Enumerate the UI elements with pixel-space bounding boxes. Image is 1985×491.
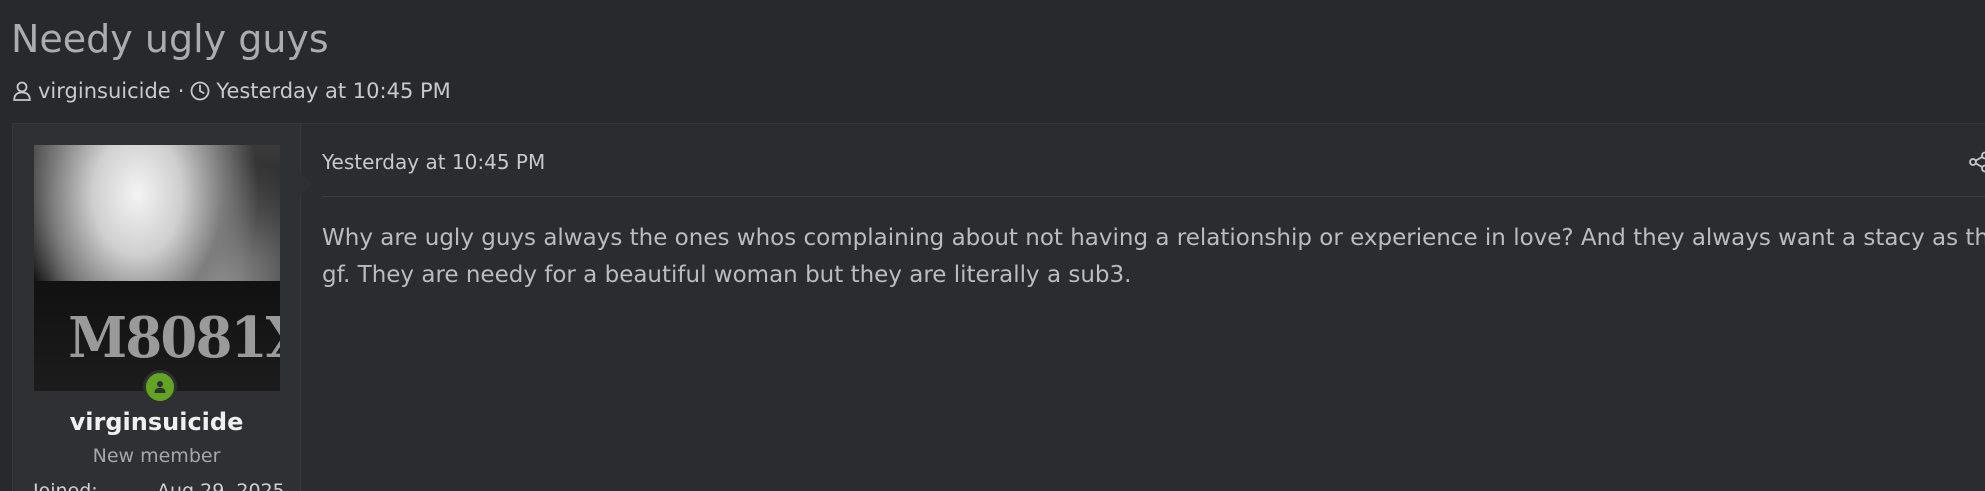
thread-time-link[interactable]: Yesterday at 10:45 PM: [216, 79, 450, 103]
post-container: M8081X virginsuicide New member Joined: …: [12, 123, 1985, 491]
thread-title: Needy ugly guys: [11, 17, 329, 61]
post-main: Yesterday at 10:45 PM Why are ugly guys …: [322, 124, 1985, 491]
share-icon[interactable]: [1968, 151, 1985, 177]
post-divider: [322, 196, 1985, 197]
meta-separator: ·: [177, 79, 185, 103]
post-date-link[interactable]: Yesterday at 10:45 PM: [322, 150, 545, 174]
user-icon: [13, 81, 31, 101]
clock-icon: [190, 81, 210, 101]
thread-meta: virginsuicide · Yesterday at 10:45 PM: [13, 76, 451, 106]
user-panel-arrow: [300, 172, 312, 196]
post-body-line: gf. They are needy for a beautiful woman…: [322, 262, 1132, 288]
avatar[interactable]: M8081X: [34, 145, 280, 391]
online-status-icon: [143, 370, 177, 404]
post-user-panel: M8081X virginsuicide New member Joined: …: [13, 124, 312, 491]
joined-value: Aug 29, 2025: [157, 480, 285, 491]
thread-author-link[interactable]: virginsuicide: [38, 79, 171, 103]
post-body-line: Why are ugly guys always the ones whos c…: [322, 225, 1985, 251]
post-body: Why are ugly guys always the ones whos c…: [322, 220, 1985, 294]
user-title: New member: [92, 445, 221, 467]
joined-label: Joined:: [33, 480, 98, 491]
avatar-shirt-print: M8081X: [68, 305, 280, 371]
post-username[interactable]: virginsuicide: [13, 408, 300, 436]
thread-page: Needy ugly guys virginsuicide · Yesterda…: [0, 0, 1985, 491]
